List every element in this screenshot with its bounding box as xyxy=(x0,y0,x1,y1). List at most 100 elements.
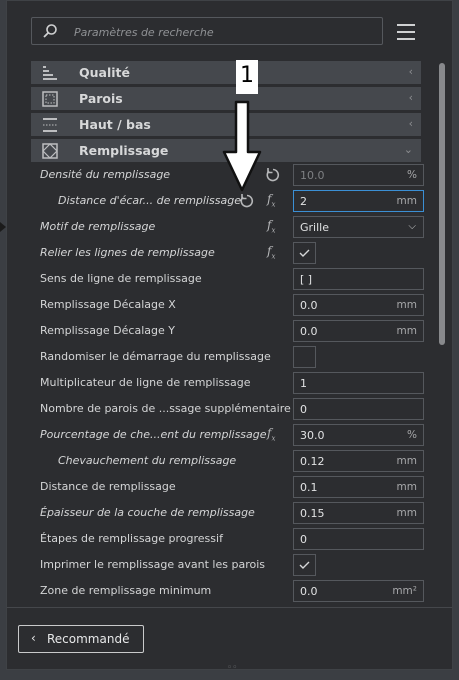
annotation-arrow-icon xyxy=(222,100,262,192)
setting-label: Remplissage Décalage Y xyxy=(40,324,175,337)
setting-infill-line-distance: Distance d'écar... de remplissage fx 2 m… xyxy=(31,189,431,213)
quality-icon xyxy=(43,66,57,80)
field-value: 0.0 xyxy=(300,325,318,338)
search-box[interactable] xyxy=(31,17,383,45)
infill-offset-x-field[interactable]: 0.0 mm xyxy=(293,294,424,316)
setting-infill-offset-y: Remplissage Décalage Y 0.0 mm xyxy=(31,319,431,343)
infill-layer-thickness-field[interactable]: 0.15 mm xyxy=(293,502,424,524)
category-label: Parois xyxy=(79,91,123,106)
walls-icon xyxy=(42,91,58,107)
chevron-down-icon: ⌵ xyxy=(408,221,416,232)
field-unit: mm xyxy=(396,299,417,311)
chevron-left-icon: ‹ xyxy=(408,91,413,104)
formula-icon: fx xyxy=(267,192,276,209)
reset-icon[interactable] xyxy=(265,167,281,183)
setting-label: Épaisseur de la couche de remplissage xyxy=(40,506,255,519)
setting-label: Étapes de remplissage progressif xyxy=(40,532,223,545)
recommended-label: Recommandé xyxy=(47,632,130,646)
infill-wipe-distance-field[interactable]: 0.1 mm xyxy=(293,476,424,498)
reset-icon[interactable] xyxy=(239,193,255,209)
setting-infill-offset-x: Remplissage Décalage X 0.0 mm xyxy=(31,293,431,317)
formula-icon: fx xyxy=(267,426,276,443)
chevron-down-icon: ⌄ xyxy=(403,143,413,156)
setting-gradual-infill-steps: Étapes de remplissage progressif 0 xyxy=(31,527,431,551)
field-value: 0 xyxy=(300,403,307,416)
setting-infill-line-directions: Sens de ligne de remplissage [ ] xyxy=(31,267,431,291)
field-value: 30.0 xyxy=(300,429,325,442)
setting-connect-infill-lines: Relier les lignes de remplissage fx xyxy=(31,241,431,265)
setting-label: Multiplicateur de ligne de remplissage xyxy=(40,376,251,389)
setting-infill-line-multiplier: Multiplicateur de ligne de remplissage 1 xyxy=(31,371,431,395)
infill-line-distance-field[interactable]: 2 mm xyxy=(293,190,424,212)
setting-label: Chevauchement du remplissage xyxy=(58,454,237,467)
field-value: 0.12 xyxy=(300,455,325,468)
infill-icon xyxy=(42,143,58,159)
setting-label: Pourcentage de che...ent du remplissage xyxy=(40,428,267,441)
checkmark-icon xyxy=(299,249,310,257)
field-value: 0.1 xyxy=(300,481,318,494)
setting-infill-wipe-distance: Distance de remplissage 0.1 mm xyxy=(31,475,431,499)
search-input[interactable] xyxy=(72,22,376,42)
infill-offset-y-field[interactable]: 0.0 mm xyxy=(293,320,424,342)
field-unit: mm² xyxy=(392,585,417,597)
field-value: 0 xyxy=(300,533,307,546)
connect-infill-checkbox[interactable] xyxy=(293,242,316,264)
setting-min-infill-area: Zone de remplissage minimum 0.0 mm² xyxy=(31,579,431,603)
extra-infill-walls-field[interactable]: 0 xyxy=(293,398,424,420)
chevron-left-icon: ‹ xyxy=(408,65,413,78)
top-bottom-icon xyxy=(43,118,57,132)
setting-label: Relier les lignes de remplissage xyxy=(40,246,215,259)
setting-label: Remplissage Décalage X xyxy=(40,298,176,311)
field-value: Grille xyxy=(300,221,329,234)
setting-label: Sens de ligne de remplissage xyxy=(40,272,202,285)
settings-scrollbar[interactable] xyxy=(439,63,445,345)
category-label: Haut / bas xyxy=(79,117,151,132)
field-unit: % xyxy=(407,169,417,181)
infill-line-directions-field[interactable]: [ ] xyxy=(293,268,424,290)
category-label: Remplissage xyxy=(79,143,169,158)
setting-randomize-infill-start: Randomiser le démarrage du remplissage xyxy=(31,345,431,369)
gradual-infill-steps-field[interactable]: 0 xyxy=(293,528,424,550)
field-value: 0.15 xyxy=(300,507,325,520)
category-label: Qualité xyxy=(79,65,130,80)
infill-before-walls-checkbox[interactable] xyxy=(293,554,316,576)
field-value: 2 xyxy=(300,195,307,208)
chevron-left-icon: ‹ xyxy=(408,117,413,130)
infill-overlap-field[interactable]: 0.12 mm xyxy=(293,450,424,472)
field-unit: mm xyxy=(396,507,417,519)
field-unit: mm xyxy=(396,481,417,493)
field-value: 10.0 xyxy=(300,169,325,182)
randomize-infill-checkbox[interactable] xyxy=(293,346,316,368)
setting-extra-infill-walls: Nombre de parois de ...ssage supplémenta… xyxy=(31,397,431,421)
recommended-button[interactable]: ‹ Recommandé xyxy=(18,625,144,653)
setting-label: Zone de remplissage minimum xyxy=(40,584,212,597)
setting-label: Nombre de parois de ...ssage supplémenta… xyxy=(40,402,291,415)
category-quality[interactable]: Qualité ‹ xyxy=(31,61,421,84)
field-value: 0.0 xyxy=(300,299,318,312)
resize-grip-icon[interactable]: ◦◦ xyxy=(227,663,238,673)
infill-pattern-dropdown[interactable]: Grille ⌵ xyxy=(293,216,424,238)
chevron-left-icon: ‹ xyxy=(31,631,36,645)
setting-infill-layer-thickness: Épaisseur de la couche de remplissage 0.… xyxy=(31,501,431,525)
setting-label: Distance d'écar... de remplissage xyxy=(58,194,241,207)
setting-label: Motif de remplissage xyxy=(40,220,156,233)
settings-menu-button[interactable] xyxy=(395,21,419,41)
footer-divider xyxy=(7,607,452,608)
formula-icon: fx xyxy=(267,218,276,235)
field-unit: mm xyxy=(396,195,417,207)
checkmark-icon xyxy=(299,561,310,569)
field-unit: % xyxy=(407,429,417,441)
setting-label: Densité du remplissage xyxy=(40,168,171,181)
field-unit: mm xyxy=(396,325,417,337)
setting-infill-before-walls: Imprimer le remplissage avant les parois xyxy=(31,553,431,577)
infill-overlap-percentage-field[interactable]: 30.0 % xyxy=(293,424,424,446)
infill-density-field[interactable]: 10.0 % xyxy=(293,164,424,186)
min-infill-area-field[interactable]: 0.0 mm² xyxy=(293,580,424,602)
field-unit: mm xyxy=(396,455,417,467)
setting-label: Distance de remplissage xyxy=(40,480,176,493)
setting-label: Randomiser le démarrage du remplissage xyxy=(40,350,271,363)
infill-line-multiplier-field[interactable]: 1 xyxy=(293,372,424,394)
search-icon xyxy=(43,24,57,38)
formula-icon: fx xyxy=(267,244,276,261)
setting-infill-pattern: Motif de remplissage fx Grille ⌵ xyxy=(31,215,431,239)
